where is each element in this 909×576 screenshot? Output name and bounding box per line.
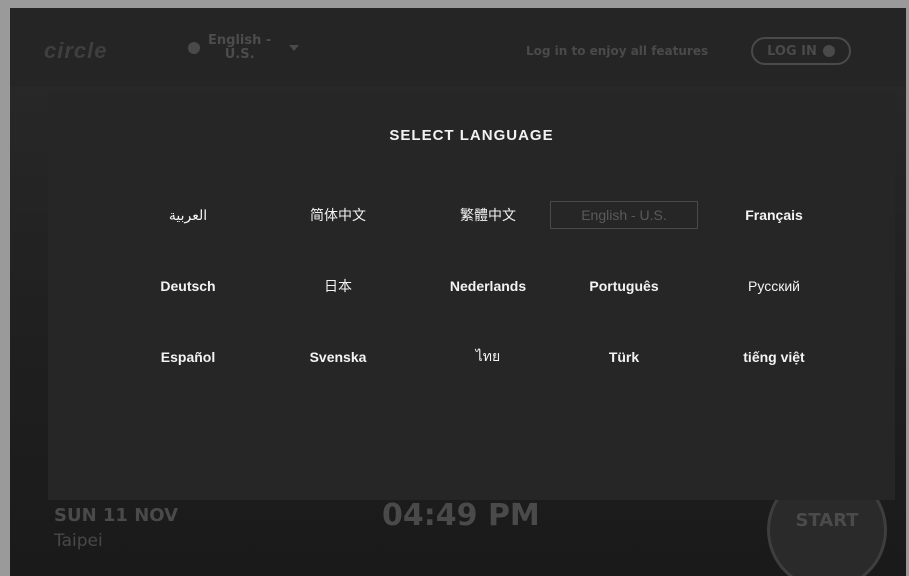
language-option-thai[interactable]: ไทย <box>414 343 562 371</box>
start-button-label: START <box>795 509 859 531</box>
language-switcher[interactable]: English - U.S. <box>188 33 300 62</box>
language-option-vietnamese[interactable]: tiếng việt <box>700 343 848 371</box>
app-screen: circle English - U.S. Log in to enjoy al… <box>10 8 906 576</box>
current-language-label: English - U.S. <box>208 33 272 62</box>
login-button[interactable]: LOG IN <box>751 37 851 65</box>
language-option-zh-hant[interactable]: 繁體中文 <box>414 201 562 229</box>
login-button-label: LOG IN <box>767 43 817 59</box>
user-icon <box>822 45 835 57</box>
language-option-zh-hans[interactable]: 简体中文 <box>264 201 412 229</box>
language-option-english-us[interactable]: English - U.S. <box>550 201 698 229</box>
language-option-dutch[interactable]: Nederlands <box>414 272 562 300</box>
language-option-turkish[interactable]: Türk <box>550 343 698 371</box>
date-label: SUN 11 NOV <box>54 505 179 526</box>
top-bar: circle English - U.S. Log in to enjoy al… <box>10 8 906 86</box>
globe-icon <box>188 42 200 54</box>
language-option-russian[interactable]: Русский <box>700 272 848 300</box>
chevron-down-icon <box>289 45 300 51</box>
language-option-german[interactable]: Deutsch <box>114 272 262 300</box>
city-label: Taipei <box>54 531 103 551</box>
login-hint: Log in to enjoy all features <box>526 44 709 58</box>
language-option-french[interactable]: Français <box>700 201 848 229</box>
language-modal: SELECT LANGUAGE العربية 简体中文 繁體中文 Englis… <box>48 93 895 500</box>
app-logo: circle <box>44 38 108 63</box>
time-label: 04:49 PM <box>382 498 540 533</box>
modal-title: SELECT LANGUAGE <box>389 127 554 144</box>
language-option-portuguese[interactable]: Português <box>550 272 698 300</box>
language-option-spanish[interactable]: Español <box>114 343 262 371</box>
language-option-arabic[interactable]: العربية <box>114 201 262 229</box>
language-option-japanese[interactable]: 日本 <box>264 272 412 300</box>
language-option-swedish[interactable]: Svenska <box>264 343 412 371</box>
language-grid: العربية 简体中文 繁體中文 English - U.S. Françai… <box>114 201 834 421</box>
